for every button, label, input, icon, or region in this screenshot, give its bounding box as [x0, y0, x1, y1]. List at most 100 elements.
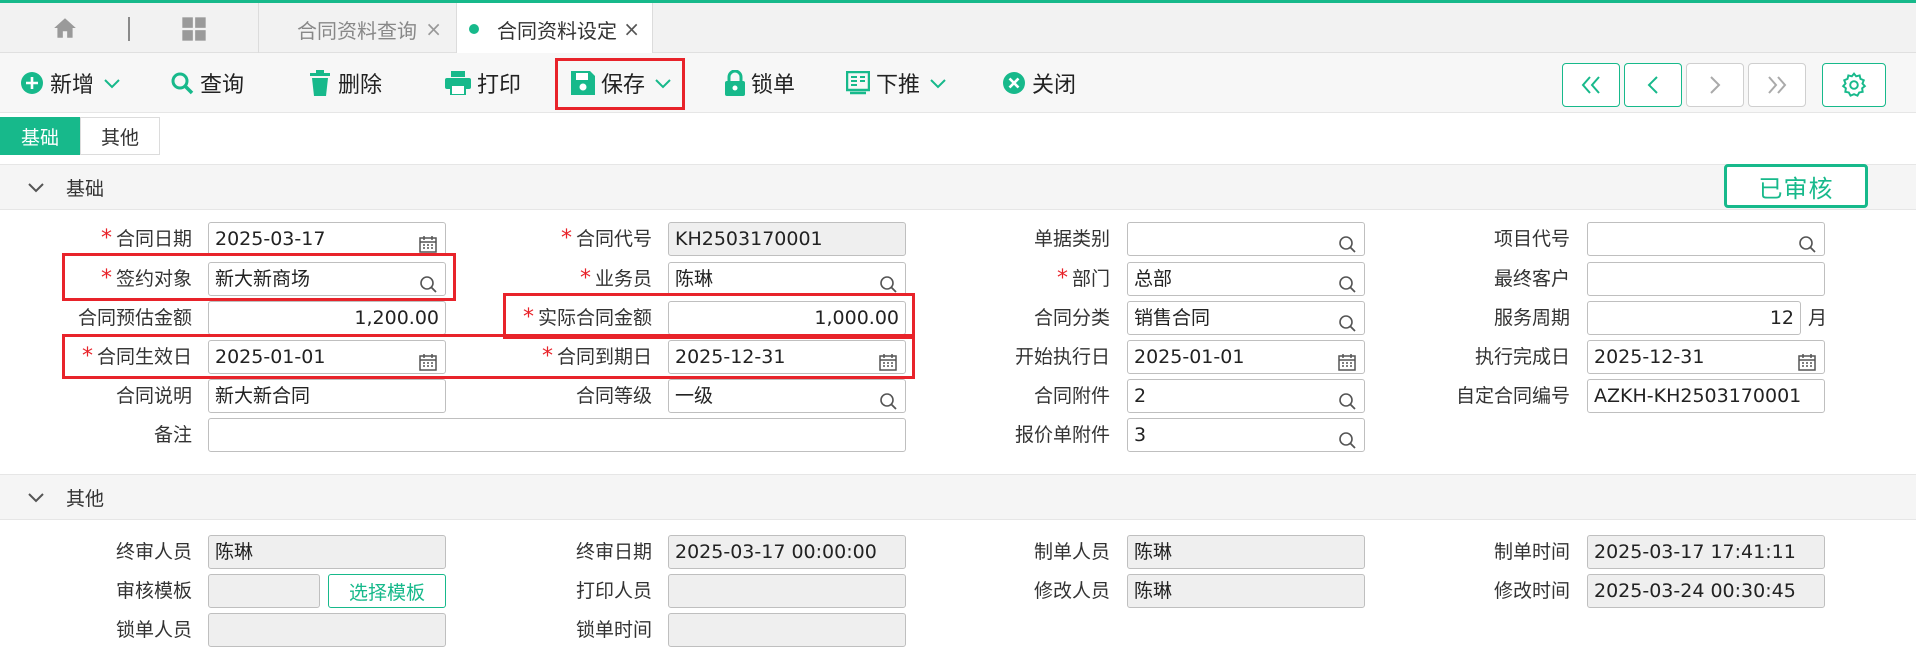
label-contract-date: * 合同日期: [100, 226, 192, 251]
final-reviewer-field: 陈琳: [208, 535, 446, 569]
label-modify-time: 修改时间: [1493, 580, 1570, 602]
calendar-icon[interactable]: [1338, 349, 1356, 373]
search-icon[interactable]: [1338, 231, 1356, 255]
close-circle-icon: [1003, 72, 1025, 94]
first-record-button[interactable]: [1562, 63, 1620, 107]
grid-icon[interactable]: [180, 15, 208, 48]
subtab-other[interactable]: 其他: [80, 117, 160, 155]
label-desc: 合同说明: [115, 385, 192, 407]
close-icon[interactable]: ×: [425, 17, 442, 41]
create-time-field: 2025-03-17 17:41:11: [1587, 535, 1825, 569]
label-lock-time: 锁单时间: [575, 619, 652, 641]
last-record-button[interactable]: [1748, 63, 1806, 107]
label-est-amount: 合同预估金额: [77, 307, 192, 329]
contract-code-field: KH2503170001: [668, 222, 906, 256]
label-final-date: 终审日期: [575, 541, 652, 563]
calendar-icon[interactable]: [1798, 349, 1816, 373]
remark-field[interactable]: [208, 418, 906, 452]
chevron-down-icon[interactable]: [104, 74, 126, 93]
tab-bar: 合同资料查询 × 合同资料设定 ×: [0, 0, 1916, 55]
category-field[interactable]: 销售合同: [1127, 301, 1365, 335]
label-end-customer: 最终客户: [1493, 268, 1570, 290]
push-down-button[interactable]: 下推: [846, 63, 952, 103]
calendar-icon[interactable]: [419, 349, 437, 373]
contract-date-field[interactable]: 2025-03-17: [208, 222, 446, 256]
start-exec-field[interactable]: 2025-01-01: [1127, 340, 1365, 374]
search-icon: [171, 72, 194, 95]
search-icon[interactable]: [879, 388, 897, 412]
label-sign-party: * 签约对象: [100, 266, 192, 291]
label-creator: 制单人员: [1033, 541, 1110, 563]
new-button[interactable]: 新增: [20, 63, 126, 103]
chevron-down-icon[interactable]: [28, 176, 44, 198]
lock-label: 锁单: [751, 73, 796, 98]
label-start-exec: 开始执行日: [1014, 346, 1110, 368]
creator-field: 陈琳: [1127, 535, 1365, 569]
push-down-label: 下推: [876, 73, 921, 98]
tab-contract-query[interactable]: 合同资料查询 ×: [258, 3, 454, 55]
tab-divider: [128, 17, 130, 41]
settings-button[interactable]: [1822, 63, 1886, 107]
calendar-icon[interactable]: [419, 231, 437, 255]
home-icon[interactable]: [52, 15, 78, 46]
search-icon[interactable]: [1338, 427, 1356, 451]
print-button[interactable]: 打印: [445, 63, 521, 103]
attachment-field[interactable]: 2: [1127, 379, 1365, 413]
actual-amount-field[interactable]: 1,000.00: [668, 301, 906, 335]
end-customer-field[interactable]: [1587, 262, 1825, 296]
label-expiry-date: * 合同到期日: [541, 344, 652, 369]
label-attachment: 合同附件: [1033, 385, 1110, 407]
subtab-basic[interactable]: 基础: [0, 117, 80, 155]
search-icon[interactable]: [1338, 310, 1356, 334]
section-title: 基础: [66, 177, 105, 200]
close-button[interactable]: 关闭: [1002, 63, 1076, 103]
close-icon[interactable]: ×: [623, 17, 640, 41]
print-label: 打印: [477, 73, 522, 98]
gear-icon: [1841, 72, 1867, 97]
chevron-down-icon[interactable]: [930, 74, 952, 93]
salesman-field[interactable]: 陈琳: [668, 262, 906, 296]
custom-no-field[interactable]: AZKH-KH2503170001: [1587, 379, 1825, 413]
label-exec-done: 执行完成日: [1474, 346, 1570, 368]
tab-contract-setting[interactable]: 合同资料设定 ×: [456, 3, 653, 55]
new-label: 新增: [50, 73, 95, 98]
doc-type-field[interactable]: [1127, 222, 1365, 256]
sign-party-field[interactable]: 新大新商场: [208, 262, 446, 296]
label-quote-attachment: 报价单附件: [1014, 424, 1110, 446]
chevron-down-icon[interactable]: [655, 74, 677, 93]
service-period-unit: 月: [1808, 307, 1828, 329]
project-code-field[interactable]: [1587, 222, 1825, 256]
label-dept: * 部门: [1056, 266, 1110, 291]
query-button[interactable]: 查询: [170, 63, 244, 103]
search-icon[interactable]: [879, 271, 897, 295]
grade-field[interactable]: 一级: [668, 379, 906, 413]
section-other-header[interactable]: 其他: [0, 474, 1916, 520]
lock-icon: [725, 70, 745, 96]
est-amount-field[interactable]: 1,200.00: [208, 301, 446, 335]
search-icon[interactable]: [1338, 271, 1356, 295]
label-project-code: 项目代号: [1493, 228, 1570, 250]
exec-done-field[interactable]: 2025-12-31: [1587, 340, 1825, 374]
search-icon[interactable]: [1798, 231, 1816, 255]
next-record-button[interactable]: [1686, 63, 1744, 107]
prev-record-button[interactable]: [1624, 63, 1682, 107]
printer-icon: [445, 71, 471, 95]
effective-date-field[interactable]: 2025-01-01: [208, 340, 446, 374]
save-button[interactable]: 保存: [571, 63, 677, 103]
search-icon[interactable]: [419, 271, 437, 295]
chevron-down-icon[interactable]: [28, 486, 44, 508]
search-icon[interactable]: [1338, 388, 1356, 412]
delete-label: 删除: [338, 73, 383, 98]
select-template-button[interactable]: 选择模板: [328, 574, 446, 608]
label-modifier: 修改人员: [1033, 580, 1110, 602]
section-basic-header[interactable]: 基础: [0, 164, 1916, 210]
service-period-field[interactable]: 12: [1587, 301, 1801, 335]
sub-tabs: 基础 其他: [0, 117, 160, 155]
dept-field[interactable]: 总部: [1127, 262, 1365, 296]
calendar-icon[interactable]: [879, 349, 897, 373]
delete-button[interactable]: 删除: [308, 63, 382, 103]
expiry-date-field[interactable]: 2025-12-31: [668, 340, 906, 374]
desc-field[interactable]: 新大新合同: [208, 379, 446, 413]
quote-attachment-field[interactable]: 3: [1127, 418, 1365, 452]
lock-button[interactable]: 锁单: [725, 63, 795, 103]
